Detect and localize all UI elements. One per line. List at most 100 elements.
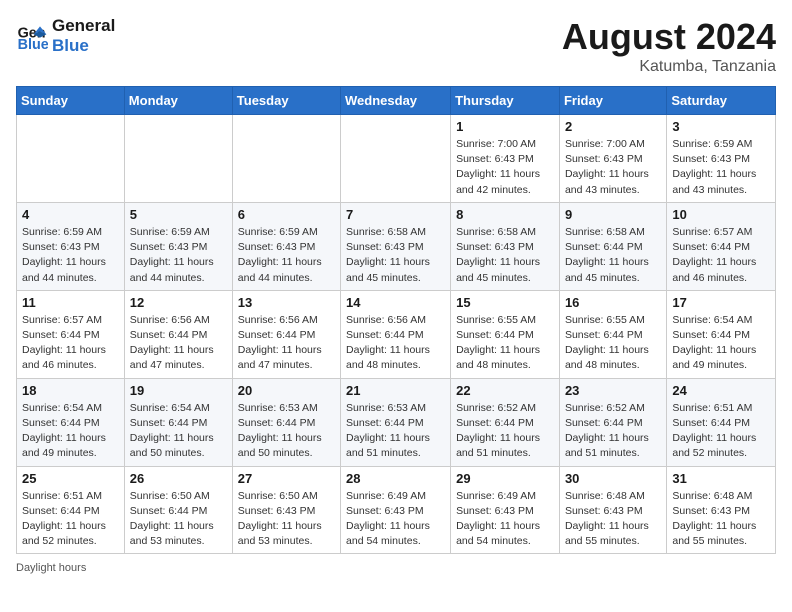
day-number: 25 [22, 471, 119, 486]
col-header-monday: Monday [124, 87, 232, 115]
day-number: 21 [346, 383, 445, 398]
day-number: 28 [346, 471, 445, 486]
day-info: Sunrise: 6:54 AM Sunset: 6:44 PM Dayligh… [130, 401, 227, 462]
calendar-cell: 19 Sunrise: 6:54 AM Sunset: 6:44 PM Dayli… [124, 378, 232, 466]
day-info: Sunrise: 6:57 AM Sunset: 6:44 PM Dayligh… [672, 225, 770, 286]
calendar-cell: 1 Sunrise: 7:00 AM Sunset: 6:43 PM Daylig… [451, 115, 560, 203]
calendar-cell: 26 Sunrise: 6:50 AM Sunset: 6:44 PM Dayli… [124, 466, 232, 554]
day-number: 5 [130, 207, 227, 222]
day-number: 4 [22, 207, 119, 222]
col-header-thursday: Thursday [451, 87, 560, 115]
col-header-sunday: Sunday [17, 87, 125, 115]
day-number: 2 [565, 119, 661, 134]
day-info: Sunrise: 6:51 AM Sunset: 6:44 PM Dayligh… [22, 489, 119, 550]
day-info: Sunrise: 6:54 AM Sunset: 6:44 PM Dayligh… [22, 401, 119, 462]
day-number: 12 [130, 295, 227, 310]
day-info: Sunrise: 6:54 AM Sunset: 6:44 PM Dayligh… [672, 313, 770, 374]
location-subtitle: Katumba, Tanzania [562, 58, 776, 76]
day-number: 31 [672, 471, 770, 486]
month-year-title: August 2024 [562, 16, 776, 58]
calendar-table: SundayMondayTuesdayWednesdayThursdayFrid… [16, 86, 776, 554]
calendar-week-row: 4 Sunrise: 6:59 AM Sunset: 6:43 PM Daylig… [17, 202, 776, 290]
calendar-cell: 6Sunrise: 6:59 AM Sunset: 6:43 PM Daylig… [232, 202, 340, 290]
day-info: Sunrise: 6:49 AM Sunset: 6:43 PM Dayligh… [456, 489, 554, 550]
day-number: 26 [130, 471, 227, 486]
day-number: 8 [456, 207, 554, 222]
day-number: 13 [238, 295, 335, 310]
logo: Gen Blue General Blue [16, 16, 115, 57]
calendar-cell: 17Sunrise: 6:54 AM Sunset: 6:44 PM Dayli… [667, 290, 776, 378]
day-info: Sunrise: 6:53 AM Sunset: 6:44 PM Dayligh… [346, 401, 445, 462]
day-number: 27 [238, 471, 335, 486]
page-header: Gen Blue General Blue August 2024 Katumb… [16, 16, 776, 76]
calendar-cell: 4 Sunrise: 6:59 AM Sunset: 6:43 PM Daylig… [17, 202, 125, 290]
col-header-tuesday: Tuesday [232, 87, 340, 115]
day-number: 15 [456, 295, 554, 310]
day-info: Sunrise: 7:00 AM Sunset: 6:43 PM Dayligh… [456, 137, 554, 198]
day-number: 23 [565, 383, 661, 398]
calendar-cell: 8Sunrise: 6:58 AM Sunset: 6:43 PM Daylig… [451, 202, 560, 290]
calendar-week-row: 25 Sunrise: 6:51 AM Sunset: 6:44 PM Dayli… [17, 466, 776, 554]
calendar-cell [341, 115, 451, 203]
calendar-cell [124, 115, 232, 203]
day-number: 14 [346, 295, 445, 310]
calendar-cell: 7 Sunrise: 6:58 AM Sunset: 6:43 PM Daylig… [341, 202, 451, 290]
calendar-cell: 21 Sunrise: 6:53 AM Sunset: 6:44 PM Dayli… [341, 378, 451, 466]
calendar-footer: Daylight hours [16, 562, 776, 574]
calendar-cell: 30 Sunrise: 6:48 AM Sunset: 6:43 PM Dayli… [559, 466, 666, 554]
calendar-cell: 9Sunrise: 6:58 AM Sunset: 6:44 PM Daylig… [559, 202, 666, 290]
day-number: 24 [672, 383, 770, 398]
calendar-cell: 16 Sunrise: 6:55 AM Sunset: 6:44 PM Dayli… [559, 290, 666, 378]
day-info: Sunrise: 6:59 AM Sunset: 6:43 PM Dayligh… [22, 225, 119, 286]
day-info: Sunrise: 6:55 AM Sunset: 6:44 PM Dayligh… [565, 313, 661, 374]
calendar-week-row: 11 Sunrise: 6:57 AM Sunset: 6:44 PM Dayli… [17, 290, 776, 378]
day-number: 20 [238, 383, 335, 398]
day-info: Sunrise: 6:59 AM Sunset: 6:43 PM Dayligh… [238, 225, 335, 286]
logo-general: General [52, 16, 115, 36]
calendar-cell: 15Sunrise: 6:55 AM Sunset: 6:44 PM Dayli… [451, 290, 560, 378]
day-number: 19 [130, 383, 227, 398]
day-info: Sunrise: 6:52 AM Sunset: 6:44 PM Dayligh… [565, 401, 661, 462]
day-number: 3 [672, 119, 770, 134]
calendar-cell: 31 Sunrise: 6:48 AM Sunset: 6:43 PM Dayli… [667, 466, 776, 554]
calendar-cell: 13 Sunrise: 6:56 AM Sunset: 6:44 PM Dayli… [232, 290, 340, 378]
day-number: 1 [456, 119, 554, 134]
day-info: Sunrise: 6:59 AM Sunset: 6:43 PM Dayligh… [130, 225, 227, 286]
logo-blue: Blue [52, 36, 115, 56]
day-info: Sunrise: 6:48 AM Sunset: 6:43 PM Dayligh… [672, 489, 770, 550]
day-info: Sunrise: 6:58 AM Sunset: 6:43 PM Dayligh… [346, 225, 445, 286]
calendar-cell: 20 Sunrise: 6:53 AM Sunset: 6:44 PM Dayli… [232, 378, 340, 466]
day-info: Sunrise: 6:48 AM Sunset: 6:43 PM Dayligh… [565, 489, 661, 550]
day-info: Sunrise: 6:49 AM Sunset: 6:43 PM Dayligh… [346, 489, 445, 550]
title-block: August 2024 Katumba, Tanzania [562, 16, 776, 76]
logo-icon: Gen Blue [16, 20, 48, 52]
calendar-header-row: SundayMondayTuesdayWednesdayThursdayFrid… [17, 87, 776, 115]
day-info: Sunrise: 6:59 AM Sunset: 6:43 PM Dayligh… [672, 137, 770, 198]
day-number: 18 [22, 383, 119, 398]
day-number: 16 [565, 295, 661, 310]
calendar-cell: 10 Sunrise: 6:57 AM Sunset: 6:44 PM Dayli… [667, 202, 776, 290]
calendar-cell: 22Sunrise: 6:52 AM Sunset: 6:44 PM Dayli… [451, 378, 560, 466]
day-info: Sunrise: 6:50 AM Sunset: 6:44 PM Dayligh… [130, 489, 227, 550]
calendar-cell: 25 Sunrise: 6:51 AM Sunset: 6:44 PM Dayli… [17, 466, 125, 554]
day-number: 7 [346, 207, 445, 222]
day-info: Sunrise: 6:56 AM Sunset: 6:44 PM Dayligh… [238, 313, 335, 374]
calendar-cell: 11 Sunrise: 6:57 AM Sunset: 6:44 PM Dayli… [17, 290, 125, 378]
calendar-cell: 29Sunrise: 6:49 AM Sunset: 6:43 PM Dayli… [451, 466, 560, 554]
col-header-wednesday: Wednesday [341, 87, 451, 115]
day-info: Sunrise: 6:56 AM Sunset: 6:44 PM Dayligh… [346, 313, 445, 374]
day-number: 10 [672, 207, 770, 222]
day-info: Sunrise: 6:53 AM Sunset: 6:44 PM Dayligh… [238, 401, 335, 462]
day-number: 9 [565, 207, 661, 222]
calendar-cell: 2Sunrise: 7:00 AM Sunset: 6:43 PM Daylig… [559, 115, 666, 203]
day-info: Sunrise: 6:51 AM Sunset: 6:44 PM Dayligh… [672, 401, 770, 462]
day-number: 22 [456, 383, 554, 398]
day-info: Sunrise: 6:57 AM Sunset: 6:44 PM Dayligh… [22, 313, 119, 374]
calendar-cell: 18 Sunrise: 6:54 AM Sunset: 6:44 PM Dayli… [17, 378, 125, 466]
calendar-cell: 14 Sunrise: 6:56 AM Sunset: 6:44 PM Dayli… [341, 290, 451, 378]
day-number: 30 [565, 471, 661, 486]
calendar-cell: 28 Sunrise: 6:49 AM Sunset: 6:43 PM Dayli… [341, 466, 451, 554]
calendar-cell: 24 Sunrise: 6:51 AM Sunset: 6:44 PM Dayli… [667, 378, 776, 466]
day-number: 11 [22, 295, 119, 310]
col-header-friday: Friday [559, 87, 666, 115]
